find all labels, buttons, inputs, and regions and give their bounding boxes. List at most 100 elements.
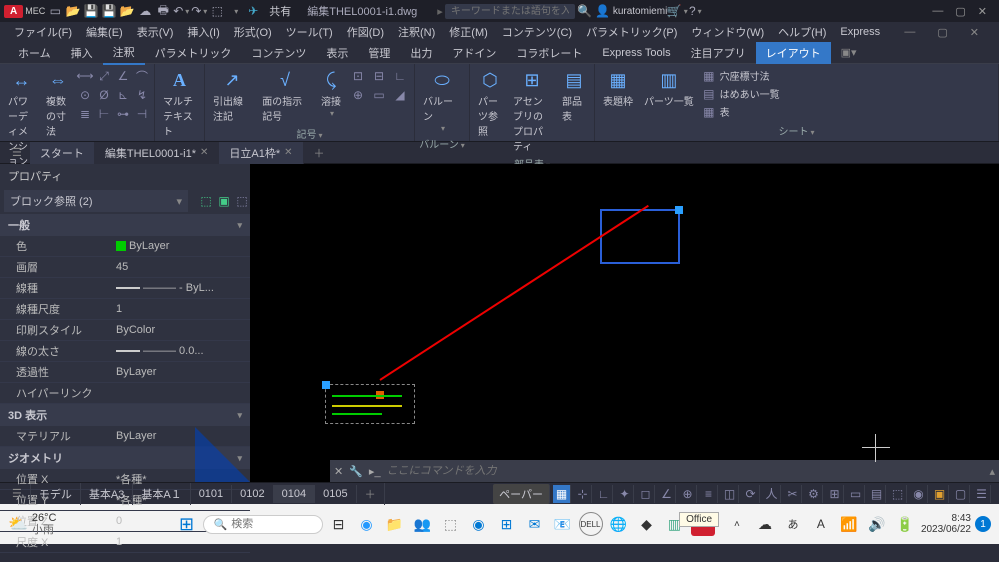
quickselect-icon[interactable]: ⬚ — [198, 193, 214, 209]
annotate-vis-icon[interactable]: ✂ — [784, 485, 802, 503]
tab-doc-1[interactable]: 日立A1枠*✕ — [219, 142, 303, 164]
clock[interactable]: 8:432023/06/22 — [921, 513, 971, 535]
titleblock-button[interactable]: ▦表題枠 — [599, 66, 637, 110]
ribbon-tab-addins[interactable]: アドイン — [442, 42, 506, 64]
dyn-input-icon[interactable]: ⊕ — [679, 485, 697, 503]
taskbar-search-input[interactable] — [231, 518, 311, 530]
cat-general[interactable]: 一般 — [0, 214, 250, 236]
bom-button[interactable]: ▤部品表 — [558, 66, 590, 125]
property-row[interactable]: ハイパーリンク — [0, 383, 250, 404]
tray-chevron-icon[interactable]: ˄ — [725, 512, 749, 536]
assembly-props-button[interactable]: ⊞アセンブリのプロパティ — [509, 66, 555, 155]
grid-toggle-icon[interactable]: ▦ — [553, 485, 571, 503]
isolate-icon[interactable]: ◉ — [910, 485, 928, 503]
balloon-button[interactable]: ⬭バルーン — [419, 66, 465, 135]
weather-widget[interactable]: 26°C小雨 — [32, 512, 57, 536]
ribbon-tab-home[interactable]: ホーム — [8, 42, 61, 64]
property-row[interactable]: 画層45 — [0, 257, 250, 278]
tab-close-icon[interactable]: ✕ — [200, 147, 208, 158]
property-row[interactable]: 透過性ByLayer — [0, 362, 250, 383]
taskbar-search[interactable]: 🔍 — [203, 515, 323, 534]
doc-close-icon[interactable]: ✕ — [964, 24, 985, 41]
otrack-toggle-icon[interactable]: ∠ — [658, 485, 676, 503]
property-row[interactable]: 線種尺度1 — [0, 299, 250, 320]
units-icon[interactable]: ▭ — [847, 485, 865, 503]
workspace-icon[interactable]: ⚙ — [805, 485, 823, 503]
snap-toggle-icon[interactable]: ⊹ — [574, 485, 592, 503]
fit-list-button[interactable]: ▤ はめあい一覧 — [701, 86, 780, 102]
sym-id-icon[interactable]: ▭ — [371, 87, 387, 103]
layout-model[interactable]: モデル — [31, 483, 81, 505]
dim-radius-icon[interactable]: ⊙ — [77, 87, 93, 103]
cmd-customize-icon[interactable]: 🔧 — [349, 465, 363, 478]
ribbon-tab-collaborate[interactable]: コラボレート — [506, 42, 592, 64]
tab-start[interactable]: スタート — [30, 142, 95, 164]
selection-dropdown[interactable]: ブロック参照 (2)▾ — [4, 190, 188, 212]
volume-icon[interactable]: 🔊 — [865, 512, 889, 536]
drawing-selection-box[interactable] — [325, 384, 415, 424]
sym-taper-icon[interactable]: ◢ — [392, 87, 408, 103]
ribbon-tab-content[interactable]: コンテンツ — [241, 42, 316, 64]
ribbon-tab-switch-icon[interactable]: ▣▾ — [831, 43, 867, 62]
qat-more-icon[interactable] — [227, 3, 243, 19]
taskview-icon[interactable]: ⊟ — [327, 512, 351, 536]
tray-onedrive-icon[interactable]: ☁ — [753, 512, 777, 536]
property-value[interactable]: 45 — [116, 259, 250, 275]
quickprops-icon[interactable]: ▤ — [868, 485, 886, 503]
maximize-button[interactable]: ▢ — [955, 5, 965, 18]
model-paper-toggle[interactable]: ペーパー — [493, 484, 550, 504]
send-icon[interactable]: ✈ — [245, 3, 261, 19]
dim-linear-icon[interactable]: ⟷ — [77, 68, 93, 84]
user-icon[interactable]: 👤 — [595, 3, 611, 19]
menu-content[interactable]: コンテンツ(C) — [496, 22, 578, 42]
pickadd-icon[interactable]: ▣ — [216, 193, 232, 209]
hardware-accel-icon[interactable]: ▣ — [931, 485, 949, 503]
dim-jogged-icon[interactable]: ↯ — [134, 87, 150, 103]
app-icon[interactable]: ⬚ — [439, 512, 463, 536]
menu-window[interactable]: ウィンドウ(W) — [685, 22, 770, 42]
property-value[interactable]: 1 — [116, 301, 250, 317]
ribbon-tab-featured[interactable]: 注目アプリ — [681, 42, 756, 64]
partref-button[interactable]: ⬡パーツ参照 — [474, 66, 506, 140]
property-row[interactable]: 色ByLayer — [0, 236, 250, 257]
redo-icon[interactable]: ↷ — [191, 3, 207, 19]
weld-button[interactable]: ⤹溶接 — [315, 66, 347, 120]
property-value[interactable] — [116, 385, 250, 401]
sym-feature-icon[interactable]: ⊡ — [350, 68, 366, 84]
property-value[interactable]: ByLayer — [116, 238, 250, 254]
start-button[interactable]: ⊞ — [175, 512, 199, 536]
ribbon-tab-view[interactable]: 表示 — [316, 42, 358, 64]
ribbon-tab-insert[interactable]: 挿入 — [61, 42, 103, 64]
osnap-toggle-icon[interactable]: ◻ — [637, 485, 655, 503]
layout-tab-0[interactable]: 基本A3 — [81, 483, 133, 505]
selectobjects-icon[interactable]: ⬚ — [234, 193, 250, 209]
leader-button[interactable]: ↗引出線注記 — [209, 66, 255, 125]
clean-screen-icon[interactable]: ▢ — [952, 485, 970, 503]
chrome-icon[interactable]: 🌐 — [607, 512, 631, 536]
cat-3d[interactable]: 3D 表示 — [0, 404, 250, 426]
share-label[interactable]: 共有 — [269, 3, 291, 19]
table-button[interactable]: ▦ 表 — [701, 104, 780, 120]
annoscale-icon[interactable]: 人 — [763, 485, 781, 503]
ortho-toggle-icon[interactable]: ∟ — [595, 485, 613, 503]
surface-finish-button[interactable]: √面の指示記号 — [258, 66, 312, 125]
drawing-line[interactable] — [379, 205, 648, 381]
print-icon[interactable]: 🖶 — [155, 3, 171, 19]
property-value[interactable]: ——— - ByL... — [116, 280, 250, 296]
cart-icon[interactable]: 🛒 — [669, 3, 685, 19]
cmd-history-icon[interactable]: ▴ — [989, 465, 995, 478]
store-icon[interactable]: ⊞ — [495, 512, 519, 536]
ime-icon[interactable]: あ — [781, 512, 805, 536]
weather-icon[interactable]: ⛅ — [8, 514, 28, 534]
new-icon[interactable]: ▭ — [47, 3, 63, 19]
mail-icon[interactable]: 📧 — [551, 512, 575, 536]
cloud-icon[interactable]: ☁ — [137, 3, 153, 19]
property-row[interactable]: 印刷スタイルByColor — [0, 320, 250, 341]
cmd-close-icon[interactable]: ✕ — [334, 465, 343, 478]
dim-baseline-icon[interactable]: ≣ — [77, 106, 93, 122]
app2-icon[interactable]: ◆ — [635, 512, 659, 536]
explorer-icon[interactable]: 📁 — [383, 512, 407, 536]
polar-toggle-icon[interactable]: ✦ — [616, 485, 634, 503]
menu-parametric[interactable]: パラメトリック(P) — [580, 22, 683, 42]
dim-continue-icon[interactable]: ⊢ — [96, 106, 112, 122]
